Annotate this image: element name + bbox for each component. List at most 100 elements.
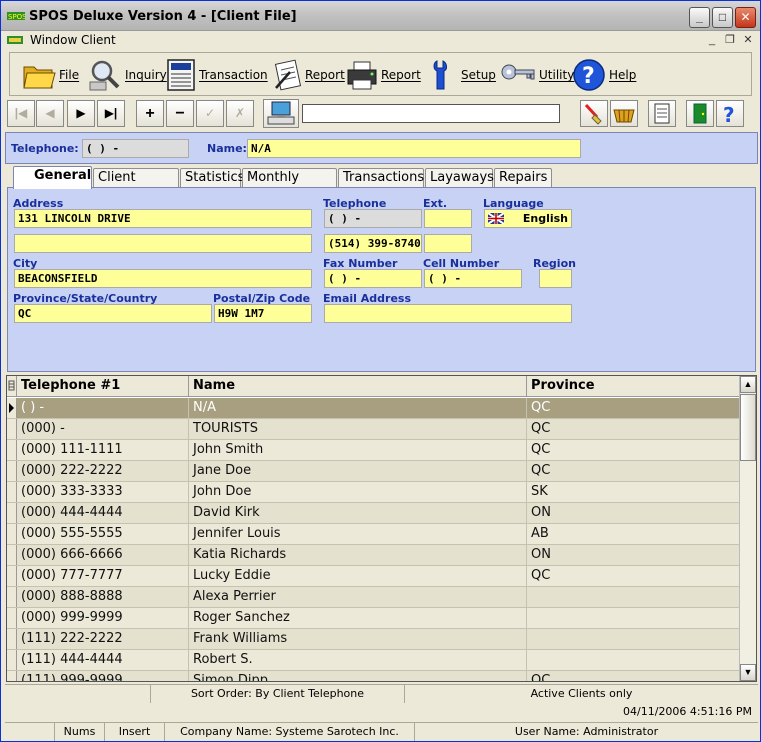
table-row[interactable]: (000) 222-2222 Jane Doe QC	[7, 461, 740, 482]
table-row[interactable]: (000) 777-7777 Lucky Eddie QC	[7, 566, 740, 587]
table-row[interactable]: (000) 555-5555 Jennifer Louis AB	[7, 524, 740, 545]
inquiry-tool-button[interactable]: Inquiry	[88, 57, 167, 93]
table-row[interactable]: (111) 444-4444 Robert S.	[7, 650, 740, 671]
address-line1-field[interactable]: 131 LINCOLN DRIVE	[14, 209, 312, 228]
grid-scrollbar[interactable]: ▲ ▼	[739, 376, 756, 681]
table-row[interactable]: ( ) - N/A QC	[7, 398, 740, 419]
next-record-button[interactable]: ▶	[67, 100, 95, 127]
table-row[interactable]: (000) 333-3333 John Doe SK	[7, 482, 740, 503]
report-tool-button[interactable]: Report	[272, 57, 345, 93]
row-indicator[interactable]	[7, 419, 17, 439]
tab-strip: General Client Details Statistics Monthl…	[7, 166, 757, 203]
mdi-close-button[interactable]: ✕	[740, 33, 756, 47]
row-indicator[interactable]	[7, 524, 17, 544]
row-indicator[interactable]	[7, 671, 17, 681]
cell-name: Frank Williams	[189, 629, 527, 649]
table-row[interactable]: (000) 444-4444 David Kirk ON	[7, 503, 740, 524]
broom-button[interactable]	[580, 100, 608, 127]
city-field[interactable]: BEACONSFIELD	[14, 269, 312, 288]
context-help-button[interactable]: ?	[716, 100, 744, 127]
title-bar[interactable]: SPOS SPOS Deluxe Version 4 - [Client Fil…	[1, 1, 760, 31]
print-report-tool-button[interactable]: Report	[346, 57, 421, 93]
add-record-button[interactable]: +	[136, 100, 164, 127]
folder-icon	[23, 66, 56, 89]
tab-monthly-totals[interactable]: Monthly Totals	[242, 168, 337, 203]
language-select[interactable]: English	[484, 209, 572, 228]
menu-client[interactable]: Client	[81, 33, 116, 47]
ext2-field[interactable]	[424, 234, 472, 253]
maximize-button[interactable]: □	[712, 7, 733, 28]
menu-window[interactable]: Window	[30, 33, 77, 47]
mdi-minimize-button[interactable]: _	[704, 33, 720, 47]
header-telephone-field[interactable]: ( ) -	[82, 139, 189, 158]
confirm-edit-button[interactable]: ✓	[196, 100, 224, 127]
exit-door-button[interactable]	[686, 100, 714, 127]
quick-search-input[interactable]	[302, 104, 560, 123]
column-telephone[interactable]: Telephone #1	[17, 376, 189, 397]
transaction-tool-button[interactable]: Transaction	[166, 57, 268, 93]
table-row[interactable]: (000) - TOURISTS QC	[7, 419, 740, 440]
row-indicator[interactable]	[7, 398, 17, 418]
row-indicator[interactable]	[7, 629, 17, 649]
province-field[interactable]: QC	[14, 304, 212, 323]
cell-telephone: (000) 555-5555	[17, 524, 189, 544]
telephone-field[interactable]: ( ) -	[324, 209, 422, 228]
magnifier-icon	[89, 60, 120, 91]
table-row[interactable]: (000) 888-8888 Alexa Perrier	[7, 587, 740, 608]
cell-field[interactable]: ( ) -	[424, 269, 522, 288]
minimize-button[interactable]: _	[689, 7, 710, 28]
cell-telephone: (000) 333-3333	[17, 482, 189, 502]
scroll-up-button[interactable]: ▲	[740, 376, 756, 393]
setup-tool-button[interactable]: Setup	[428, 57, 496, 93]
tab-statistics[interactable]: Statistics	[180, 168, 244, 188]
mdi-restore-button[interactable]: ❐	[722, 33, 738, 47]
row-indicator[interactable]	[7, 482, 17, 502]
previous-record-button[interactable]: ◀	[36, 100, 64, 127]
row-indicator[interactable]	[7, 566, 17, 586]
close-button[interactable]: ✕	[735, 7, 756, 28]
grid-corner-icon[interactable]	[7, 376, 17, 397]
column-name[interactable]: Name	[189, 376, 527, 397]
row-indicator[interactable]	[7, 608, 17, 628]
window-menu-icon[interactable]	[7, 34, 23, 46]
telephone2-field[interactable]: (514) 399-8740	[324, 234, 422, 253]
email-field[interactable]	[324, 304, 572, 323]
scroll-down-button[interactable]: ▼	[740, 664, 756, 681]
row-indicator[interactable]	[7, 440, 17, 460]
utility-tool-button[interactable]: Utility	[500, 57, 574, 93]
table-row[interactable]: (000) 111-1111 John Smith QC	[7, 440, 740, 461]
report-pen-icon	[274, 59, 302, 91]
tab-repairs[interactable]: Repairs	[494, 168, 552, 188]
row-indicator[interactable]	[7, 545, 17, 565]
row-indicator[interactable]	[7, 650, 17, 670]
row-indicator[interactable]	[7, 503, 17, 523]
file-tool-button[interactable]: File	[22, 57, 79, 93]
address-line2-field[interactable]	[14, 234, 312, 253]
header-name-field[interactable]: N/A	[247, 139, 581, 158]
region-field[interactable]	[539, 269, 572, 288]
tab-client-details[interactable]: Client Details	[93, 168, 179, 203]
table-row[interactable]: (000) 999-9999 Roger Sanchez	[7, 608, 740, 629]
basket-button[interactable]	[610, 100, 638, 127]
delete-record-button[interactable]: −	[166, 100, 194, 127]
table-row[interactable]: (000) 666-6666 Katia Richards ON	[7, 545, 740, 566]
postal-field[interactable]: H9W 1M7	[214, 304, 312, 323]
table-row[interactable]: (111) 222-2222 Frank Williams	[7, 629, 740, 650]
fax-field[interactable]: ( ) -	[324, 269, 422, 288]
help-tool-button[interactable]: ? Help	[572, 57, 636, 93]
tab-layaways[interactable]: Layaways	[425, 168, 494, 188]
scroll-thumb[interactable]	[740, 394, 756, 461]
column-province[interactable]: Province	[527, 376, 740, 397]
cancel-edit-button[interactable]: ✗	[226, 100, 254, 127]
row-indicator[interactable]	[7, 587, 17, 607]
tab-transactions[interactable]: Transactions	[338, 168, 424, 188]
row-indicator[interactable]	[7, 461, 17, 481]
notes-button[interactable]	[648, 100, 676, 127]
first-record-button[interactable]: |◀	[7, 100, 35, 127]
ext-field[interactable]	[424, 209, 472, 228]
table-row[interactable]: (111) 999-9999 Simon Dipp QC	[7, 671, 740, 681]
last-record-button[interactable]: ▶|	[97, 100, 125, 127]
computer-search-icon[interactable]	[263, 99, 299, 128]
tab-general[interactable]: General	[13, 166, 92, 189]
cell-name: Roger Sanchez	[189, 608, 527, 628]
